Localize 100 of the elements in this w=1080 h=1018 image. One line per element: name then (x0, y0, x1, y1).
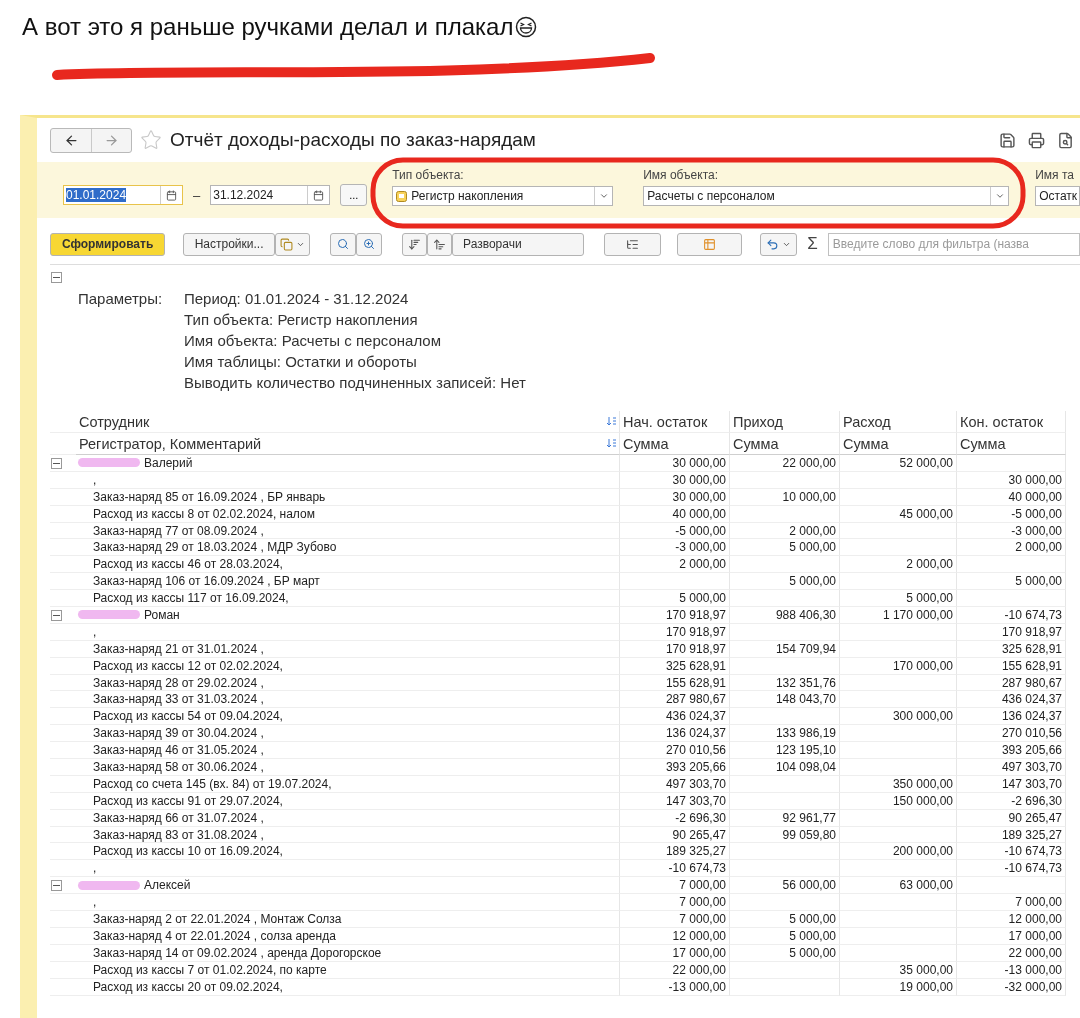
save-icon[interactable] (999, 131, 1016, 149)
amount-cell: 99 059,80 (730, 826, 840, 844)
amount-cell: 30 000,00 (620, 455, 730, 472)
filter-field[interactable]: Введите слово для фильтра (назва (827, 232, 1080, 256)
amount-cell: 30 000,00 (620, 488, 730, 506)
zoom-in-icon (363, 238, 376, 250)
collapse-toggle[interactable] (51, 272, 62, 283)
parameter-line: Имя объекта: Расчеты с персоналом (184, 332, 442, 349)
star-icon[interactable] (140, 129, 162, 151)
amount-cell: 35 000,00 (840, 961, 957, 979)
sort-descending-button[interactable] (402, 232, 428, 256)
amount-cell: 12 000,00 (957, 911, 1066, 928)
amount-cell: -3 000,00 (957, 522, 1066, 540)
amount-cell: -5 000,00 (957, 505, 1066, 523)
registrar-cell: Расход из кассы 20 от 09.02.2024, (76, 978, 620, 996)
registrar-cell: Заказ-наряд 66 от 31.07.2024 , (76, 809, 620, 827)
print-icon[interactable] (1028, 131, 1045, 149)
amount-cell: 2 000,00 (620, 556, 730, 574)
amount-cell: 22 000,00 (957, 944, 1066, 962)
undo-button[interactable] (760, 232, 798, 256)
amount-cell: 5 000,00 (730, 927, 840, 945)
sort-icon[interactable] (607, 417, 616, 426)
amount-cell: 1 170 000,00 (840, 607, 957, 624)
registrar-cell: Расход из кассы 46 от 28.03.2024, (76, 556, 620, 574)
date-field[interactable]: 01.01.2024 (63, 185, 183, 205)
employee-name: Роман (144, 607, 180, 622)
combo-field[interactable]: Расчеты с персоналом (643, 186, 1010, 206)
field-label: Имя объекта: (643, 168, 720, 182)
registrar-cell: Расход из кассы 54 от 09.04.2024, (76, 708, 620, 726)
parameter-line: Имя таблицы: Остатки и обороты (184, 353, 418, 370)
registrar-cell: Расход из кассы 12 от 02.02.2024, (76, 657, 620, 675)
calendar-icon (313, 189, 325, 201)
amount-cell: 147 303,70 (620, 792, 730, 810)
amount-cell: -10 674,73 (957, 607, 1066, 624)
more-button[interactable]: ... (340, 184, 368, 206)
search-next-button[interactable] (356, 232, 383, 256)
caption-text: А вот это я раньше ручками делал и плакал (22, 13, 514, 41)
amount-cell: 7 000,00 (957, 894, 1066, 912)
arrow-right-icon (104, 132, 119, 148)
generate-button[interactable]: Сформировать (50, 232, 166, 256)
amount-cell: 133 986,19 (730, 725, 840, 743)
sort-icon[interactable] (607, 439, 616, 448)
amount-cell: 988 406,30 (730, 607, 840, 624)
search-icon (337, 238, 350, 250)
amount-cell: 5 000,00 (730, 573, 840, 591)
variant-button[interactable] (275, 232, 311, 256)
employee-name: Алексей (144, 878, 191, 893)
field-label: Тип объекта: (392, 168, 465, 182)
register-icon (396, 190, 408, 202)
amount-cell: 497 303,70 (620, 775, 730, 793)
amount-cell: 497 303,70 (957, 759, 1066, 776)
calendar-icon (166, 189, 177, 201)
sort-ascending-button[interactable] (427, 232, 453, 256)
sum-button[interactable]: Σ (807, 234, 818, 254)
amount-cell: 325 628,91 (957, 640, 1066, 658)
collapse-toggle[interactable] (51, 610, 62, 621)
column-header: Сумма (623, 435, 669, 452)
amount-cell: 154 709,94 (730, 640, 840, 658)
amount-cell: 5 000,00 (730, 944, 840, 962)
export-button[interactable] (677, 232, 743, 256)
amount-cell: 56 000,00 (730, 877, 840, 895)
amount-cell: 436 024,37 (957, 691, 1066, 709)
column-header: Сумма (960, 435, 1006, 452)
column-header: Регистратор, Комментарий (79, 435, 262, 452)
list-tree-icon (626, 237, 640, 251)
sort-up-icon (433, 237, 447, 251)
amount-cell: 90 265,47 (620, 826, 730, 844)
amount-cell: 189 325,27 (957, 826, 1066, 844)
date-field[interactable]: 31.12.2024 (210, 185, 331, 205)
combo-field[interactable]: Регистр накопления (392, 186, 614, 206)
amount-cell: 170 918,97 (620, 640, 730, 658)
group-button[interactable] (604, 232, 662, 256)
window-title: Отчёт доходы-расходы по заказ-нарядам (170, 129, 536, 151)
amount-cell: 350 000,00 (840, 775, 957, 793)
registrar-cell: Заказ-наряд 83 от 31.08.2024 , (76, 826, 620, 844)
employee-name: Валерий (144, 455, 193, 470)
amount-cell: 19 000,00 (840, 978, 957, 996)
registrar-cell: Заказ-наряд 14 от 09.02.2024 , аренда Дорогорское (76, 944, 620, 962)
amount-cell: 63 000,00 (840, 877, 957, 895)
preview-icon[interactable] (1057, 131, 1074, 149)
settings-button[interactable]: Настройки... (183, 232, 276, 256)
collapse-toggle[interactable] (51, 880, 62, 892)
registrar-cell: Заказ-наряд 21 от 31.01.2024 , (76, 640, 620, 658)
amount-cell: 270 010,56 (957, 725, 1066, 743)
dash-text: – (193, 187, 201, 203)
registrar-cell: Заказ-наряд 28 от 29.02.2024 , (76, 674, 620, 692)
search-button[interactable] (330, 232, 357, 256)
amount-cell: 393 205,66 (620, 759, 730, 776)
amount-cell: 40 000,00 (957, 488, 1066, 506)
amount-cell: -3 000,00 (620, 539, 730, 557)
registrar-cell: , (76, 894, 620, 912)
amount-cell: 22 000,00 (730, 455, 840, 472)
combo-field[interactable]: Остатк (1035, 186, 1080, 206)
collapse-toggle[interactable] (51, 458, 62, 469)
table-icon (703, 237, 717, 251)
amount-cell: 52 000,00 (840, 455, 957, 472)
expand-button[interactable]: Разворачи (452, 232, 584, 256)
amount-cell: 22 000,00 (620, 961, 730, 979)
amount-cell: 200 000,00 (840, 843, 957, 861)
amount-cell: 170 918,97 (620, 607, 730, 624)
